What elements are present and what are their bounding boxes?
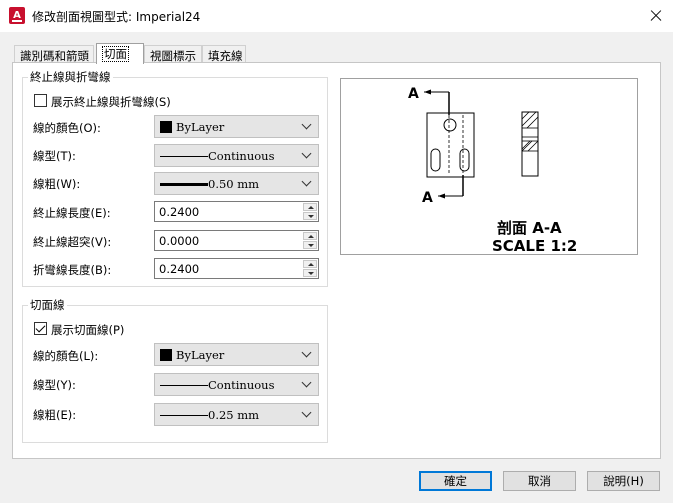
select-value: ByLayer — [176, 120, 225, 134]
color-swatch — [160, 121, 172, 133]
select-value: Continuous — [208, 378, 275, 392]
group-title: 切面線 — [28, 297, 67, 313]
close-button[interactable] — [639, 0, 673, 32]
tab-cutting-plane[interactable]: 切面 — [96, 43, 144, 64]
tab-label: 填充線 — [208, 49, 243, 63]
section-preview: A A 剖面 A-A SCALE 1:2 — [340, 78, 638, 255]
linetype-sample — [160, 156, 208, 157]
end-line-color-label: 線的顏色(O): — [33, 121, 101, 135]
part-slot — [430, 148, 441, 172]
spin-up-icon[interactable] — [303, 203, 317, 211]
part-hole — [443, 118, 457, 132]
section-marker-top: A — [408, 86, 419, 102]
input-value: 0.2400 — [159, 262, 200, 276]
help-button[interactable]: 說明(H) — [587, 471, 660, 491]
chevron-down-icon — [302, 178, 312, 188]
title-bar: A 修改剖面視圖型式: Imperial24 — [0, 0, 673, 32]
cutting-plane-lineweight-select[interactable]: 0.25 mm — [154, 403, 319, 426]
arrow-head-icon — [424, 89, 431, 95]
spinner — [303, 232, 317, 249]
section-marker-bottom: A — [422, 190, 433, 206]
autocad-app-icon: A — [9, 7, 25, 24]
ok-button[interactable]: 確定 — [419, 471, 492, 491]
cutting-plane-linetype-label: 線型(Y): — [33, 378, 76, 392]
chevron-down-icon — [302, 121, 312, 131]
spinner — [303, 260, 317, 277]
spin-down-icon[interactable] — [303, 241, 317, 249]
lineweight-sample — [160, 415, 208, 416]
tab-label: 視圖標示 — [150, 49, 196, 63]
tab-identifier-arrows[interactable]: 識別碼和箭頭 — [14, 45, 94, 63]
input-value: 0.2400 — [159, 205, 200, 219]
section-hatch — [521, 111, 539, 152]
scale-caption: SCALE 1:2 — [492, 237, 577, 254]
bend-line-length-label: 折彎線長度(B): — [33, 263, 112, 277]
end-line-length-label: 終止線長度(E): — [33, 206, 111, 220]
tab-hatch[interactable]: 填充線 — [202, 45, 246, 63]
show-end-lines-checkbox[interactable] — [34, 94, 47, 107]
spin-down-icon[interactable] — [303, 212, 317, 220]
show-cutting-plane-label: 展示切面線(P) — [51, 323, 125, 337]
end-line-linetype-select[interactable]: Continuous — [154, 144, 319, 167]
window-title: 修改剖面視圖型式: Imperial24 — [32, 10, 201, 24]
cutting-plane-lineweight-label: 線粗(E): — [33, 408, 77, 422]
tab-view-label[interactable]: 視圖標示 — [144, 45, 202, 63]
group-title: 終止線與折彎線 — [28, 69, 113, 85]
select-value: 0.25 mm — [208, 408, 260, 422]
section-caption: 剖面 A-A — [497, 219, 562, 237]
chevron-down-icon — [302, 379, 312, 389]
lineweight-sample — [160, 183, 208, 186]
select-value: Continuous — [208, 149, 275, 163]
cancel-button[interactable]: 取消 — [503, 471, 576, 491]
cutting-plane-linetype-select[interactable]: Continuous — [154, 373, 319, 396]
color-swatch — [160, 349, 172, 361]
spin-up-icon[interactable] — [303, 260, 317, 268]
tab-label: 識別碼和箭頭 — [20, 49, 89, 63]
section-view-outline — [521, 111, 539, 177]
input-value: 0.0000 — [159, 234, 200, 248]
bend-line-length-input[interactable]: 0.2400 — [154, 258, 319, 279]
end-line-lineweight-label: 線粗(W): — [33, 177, 81, 191]
show-end-lines-label: 展示終止線與折彎線(S) — [51, 95, 171, 109]
chevron-down-icon — [302, 349, 312, 359]
end-line-overshoot-label: 終止線超突(V): — [33, 235, 112, 249]
arrow-head-icon — [438, 193, 445, 199]
cutting-plane-group: 切面線 展示切面線(P) 線的顏色(L): ByLayer 線型(Y): Con… — [22, 297, 328, 443]
part-slot — [459, 148, 470, 172]
end-line-overshoot-input[interactable]: 0.0000 — [154, 230, 319, 251]
cutting-plane-color-select[interactable]: ByLayer — [154, 343, 319, 366]
part-outline — [426, 112, 475, 178]
cutting-plane-color-label: 線的顏色(L): — [33, 349, 99, 363]
end-line-linetype-label: 線型(T): — [33, 149, 76, 163]
preview-drawing: A A 剖面 A-A SCALE 1:2 — [408, 86, 577, 255]
end-line-color-select[interactable]: ByLayer — [154, 115, 319, 138]
tab-label: 切面 — [102, 46, 129, 62]
end-bend-lines-group: 終止線與折彎線 展示終止線與折彎線(S) 線的顏色(O): ByLayer 線型… — [22, 69, 328, 287]
spin-up-icon[interactable] — [303, 232, 317, 240]
show-cutting-plane-checkbox[interactable] — [34, 322, 47, 335]
end-line-length-input[interactable]: 0.2400 — [154, 201, 319, 222]
chevron-down-icon — [302, 150, 312, 160]
linetype-sample — [160, 385, 208, 386]
select-value: ByLayer — [176, 348, 225, 362]
spinner — [303, 203, 317, 220]
end-line-lineweight-select[interactable]: 0.50 mm — [154, 172, 319, 195]
chevron-down-icon — [302, 409, 312, 419]
spin-down-icon[interactable] — [303, 269, 317, 277]
select-value: 0.50 mm — [208, 177, 260, 191]
